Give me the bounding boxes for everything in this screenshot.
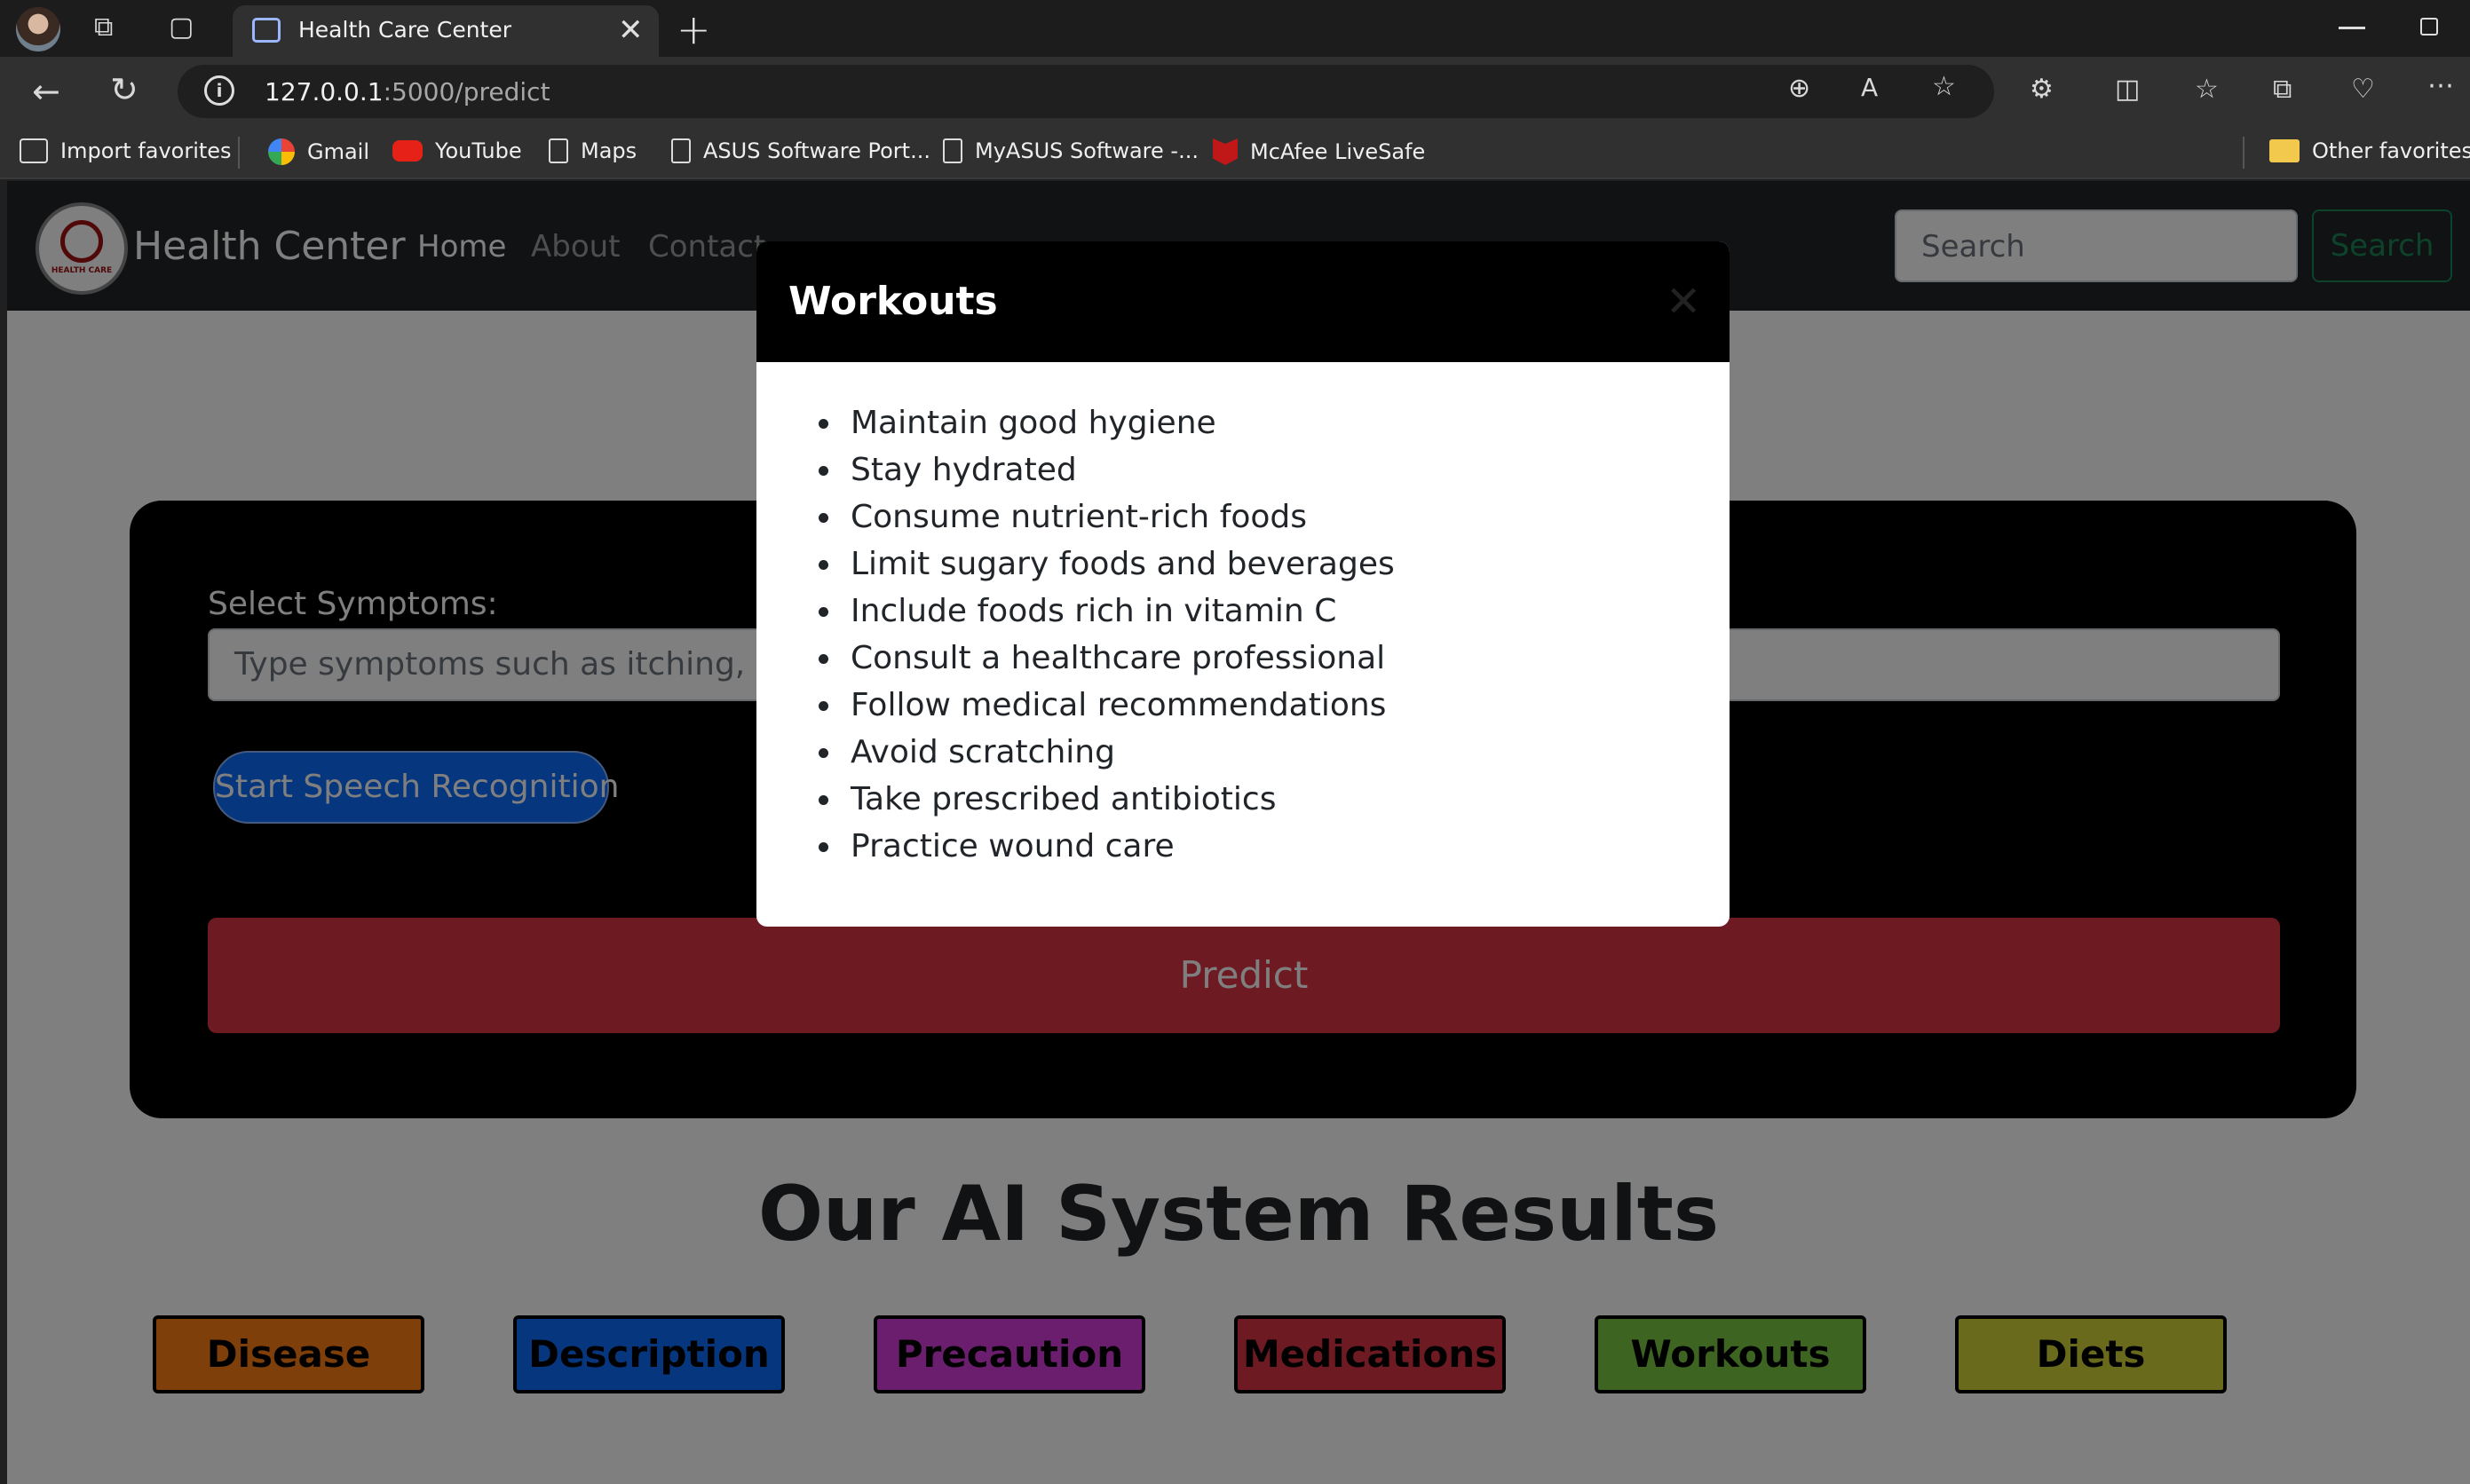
tab-favicon-icon xyxy=(252,18,281,43)
page-viewport: HEALTH CARE Health Center Home About Con… xyxy=(7,181,2470,1484)
address-bar[interactable]: i 127.0.0.1:5000/predict ⊕ A ☆ xyxy=(178,65,1994,118)
url-path: :5000/predict xyxy=(383,77,550,107)
bookmark-import-favorites[interactable]: Import favorites xyxy=(20,138,232,163)
list-item: Include foods rich in vitamin C xyxy=(819,588,1395,635)
bookmark-label: YouTube xyxy=(435,138,522,163)
close-tab-icon[interactable]: ✕ xyxy=(618,12,644,48)
list-item: Practice wound care xyxy=(819,823,1395,870)
zoom-icon[interactable]: ⊕ xyxy=(1788,75,1810,102)
read-aloud-icon[interactable]: A xyxy=(1861,75,1878,100)
google-icon xyxy=(268,138,295,165)
tab-actions-icon[interactable]: ▢ xyxy=(169,14,194,41)
list-item: Limit sugary foods and beverages xyxy=(819,541,1395,588)
url-host: 127.0.0.1 xyxy=(265,77,384,107)
favorite-star-icon[interactable]: ☆ xyxy=(1932,74,1956,100)
bookmark-maps[interactable]: Maps xyxy=(549,138,637,163)
extensions-icon[interactable]: ⚙ xyxy=(2030,76,2054,103)
bookmark-gmail[interactable]: Gmail xyxy=(268,138,369,165)
folder-icon xyxy=(2269,139,2300,162)
page-icon xyxy=(549,138,568,163)
browser-tab-active[interactable]: Health Care Center ✕ xyxy=(233,5,659,57)
favorites-icon[interactable]: ☆ xyxy=(2195,76,2219,103)
bookmark-other-favorites[interactable]: Other favorites xyxy=(2269,138,2470,163)
bookmark-myasus-software[interactable]: MyASUS Software -... xyxy=(943,138,1199,163)
minimize-window-icon[interactable] xyxy=(2339,27,2365,29)
bookmark-youtube[interactable]: YouTube xyxy=(392,138,522,163)
tab-title: Health Care Center xyxy=(298,17,512,43)
import-icon xyxy=(20,138,48,163)
list-item: Stay hydrated xyxy=(819,446,1395,493)
list-item: Avoid scratching xyxy=(819,729,1395,776)
bookmark-label: Import favorites xyxy=(60,138,232,163)
bookmarks-bar: Import favorites Gmail YouTube Maps ASUS… xyxy=(0,126,2470,179)
workspaces-icon[interactable]: ⧉ xyxy=(94,14,113,41)
list-item: Follow medical recommendations xyxy=(819,682,1395,729)
site-info-icon[interactable]: i xyxy=(204,75,234,106)
browser-tabstrip: ⧉ ▢ Health Care Center ✕ + xyxy=(0,0,2470,57)
bookmark-label: Other favorites xyxy=(2312,138,2470,163)
page-icon xyxy=(943,138,962,163)
bookmark-mcafee-livesafe[interactable]: McAfee LiveSafe xyxy=(1213,138,1425,165)
youtube-icon xyxy=(392,140,423,162)
bookmark-label: ASUS Software Port... xyxy=(703,138,930,163)
mcafee-icon xyxy=(1213,138,1238,165)
new-tab-icon[interactable]: + xyxy=(677,5,711,53)
close-icon[interactable]: ✕ xyxy=(1666,277,1701,327)
more-menu-icon[interactable]: ⋯ xyxy=(2427,73,2454,99)
bookmark-asus-software-portal[interactable]: ASUS Software Port... xyxy=(671,138,930,163)
list-item: Consult a healthcare professional xyxy=(819,635,1395,682)
bookmark-label: MyASUS Software -... xyxy=(975,138,1199,163)
refresh-icon[interactable]: ↻ xyxy=(110,73,139,107)
browser-essentials-icon[interactable]: ♡ xyxy=(2351,76,2375,103)
bookmark-divider xyxy=(2243,137,2244,169)
back-icon[interactable]: ← xyxy=(32,75,60,108)
list-item: Take prescribed antibiotics xyxy=(819,776,1395,823)
bookmark-divider xyxy=(238,137,240,169)
workouts-list: Maintain good hygiene Stay hydrated Cons… xyxy=(819,399,1395,870)
list-item: Maintain good hygiene xyxy=(819,399,1395,446)
page-icon xyxy=(671,138,691,163)
bookmark-label: McAfee LiveSafe xyxy=(1250,139,1426,164)
bookmark-label: Gmail xyxy=(307,139,370,164)
restore-window-icon[interactable] xyxy=(2420,18,2438,36)
split-screen-icon[interactable]: ◫ xyxy=(2115,76,2140,103)
modal-header: Workouts ✕ xyxy=(756,241,1730,362)
list-item: Consume nutrient-rich foods xyxy=(819,493,1395,541)
collections-icon[interactable]: ⧉ xyxy=(2273,76,2292,103)
profile-avatar[interactable] xyxy=(16,7,60,51)
workouts-modal: Workouts ✕ Maintain good hygiene Stay hy… xyxy=(756,241,1730,927)
modal-title: Workouts xyxy=(788,279,998,324)
url-text[interactable]: 127.0.0.1:5000/predict xyxy=(265,77,550,107)
browser-toolbar: ← ↻ i 127.0.0.1:5000/predict ⊕ A ☆ ⚙ ◫ ☆… xyxy=(0,57,2470,126)
bookmark-label: Maps xyxy=(581,138,637,163)
